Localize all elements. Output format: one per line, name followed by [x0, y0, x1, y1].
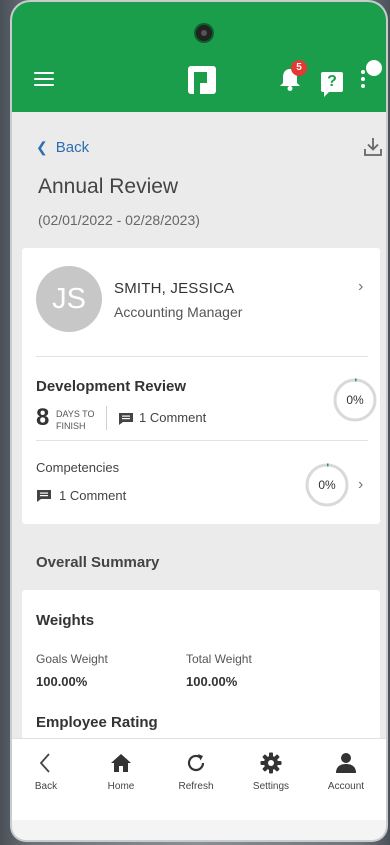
development-review-title: Development Review [36, 378, 187, 395]
overall-summary-title: Overall Summary [36, 554, 160, 571]
competencies-progress-label: 0% [318, 478, 336, 492]
competencies-title: Competencies [36, 460, 120, 475]
help-icon[interactable]: ? [321, 72, 343, 97]
back-link-label: Back [55, 139, 90, 156]
page-title: Annual Review [38, 175, 179, 198]
goals-weight-value: 100.00% [36, 674, 88, 689]
employee-name: SMITH, JESSICA [114, 280, 235, 297]
employee-rating-title: Employee Rating [36, 714, 158, 731]
notifications-bell-icon[interactable]: 5 [278, 60, 307, 92]
nav-home-button[interactable]: Home [89, 751, 153, 792]
days-to-finish-count: 8 [36, 404, 50, 431]
account-icon [336, 753, 356, 773]
chevron-left-icon: ❮ [36, 139, 48, 155]
phone-bezel-bottom [12, 820, 386, 840]
nav-home-label: Home [107, 781, 135, 792]
summary-card: Weights Goals Weight 100.00% Total Weigh… [22, 590, 380, 750]
nav-refresh-button[interactable]: Refresh [164, 751, 228, 792]
phone-frame: 5 ? 1 ❮ Back Annual Review (02/01/2022 - … [12, 2, 386, 840]
menu-icon[interactable] [34, 72, 54, 86]
review-card: JS SMITH, JESSICA Accounting Manager › D… [22, 248, 380, 524]
nav-settings-button[interactable]: Settings [239, 751, 303, 792]
menu-count-badge: 1 [366, 60, 382, 76]
comment-icon [119, 413, 133, 425]
weights-title: Weights [36, 612, 95, 629]
development-review-progress-label: 0% [346, 393, 364, 407]
notification-count-badge: 5 [291, 60, 307, 76]
chevron-left-icon [39, 753, 50, 773]
nav-settings-label: Settings [252, 781, 290, 792]
nav-account-label: Account [327, 781, 365, 792]
competencies-comments[interactable]: 1 Comment [59, 488, 126, 503]
days-to-finish-label: DAYS TO FINISH [56, 409, 95, 431]
more-options-icon[interactable]: 1 [360, 60, 382, 92]
development-review-comments[interactable]: 1 Comment [139, 410, 206, 425]
chevron-right-icon: › [358, 278, 364, 295]
back-link[interactable]: ❮ Back [36, 139, 89, 156]
vertical-separator [106, 406, 107, 430]
comment-icon [37, 490, 51, 502]
nav-account-button[interactable]: Account [314, 751, 378, 792]
total-weight-value: 100.00% [186, 674, 238, 689]
home-icon [111, 754, 131, 772]
employee-job-title: Accounting Manager [114, 304, 243, 320]
app-header: 5 ? 1 [12, 2, 386, 112]
avatar: JS [36, 266, 102, 332]
review-date-range: (02/01/2022 - 02/28/2023) [38, 212, 200, 228]
total-weight-label: Total Weight [186, 652, 252, 666]
divider [36, 356, 368, 357]
divider [36, 440, 368, 441]
chevron-right-icon: › [358, 476, 364, 493]
gear-icon [260, 752, 282, 774]
refresh-icon [187, 754, 205, 772]
nav-back-button[interactable]: Back [14, 751, 78, 792]
download-icon[interactable] [362, 136, 384, 158]
bottom-nav: Back Home Refresh Settings Account [12, 738, 386, 820]
camera-notch [196, 25, 212, 41]
app-logo [188, 66, 216, 94]
nav-back-label: Back [34, 781, 58, 792]
nav-refresh-label: Refresh [178, 781, 214, 792]
goals-weight-label: Goals Weight [36, 652, 108, 666]
